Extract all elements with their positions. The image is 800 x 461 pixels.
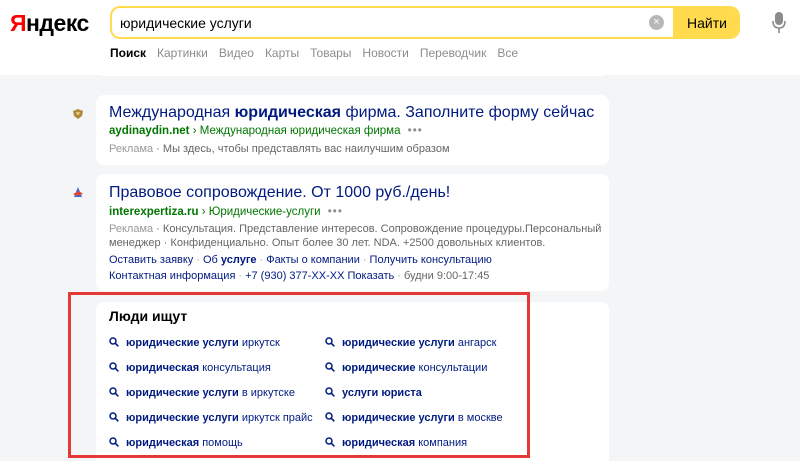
search-icon: [109, 437, 119, 447]
result-title[interactable]: Международная юридическая фирма. Заполни…: [109, 104, 594, 122]
related-search-item[interactable]: юридические услуги иркутск прайс: [109, 412, 313, 424]
result-url: aydinaydin.net › Международная юридическ…: [109, 125, 423, 137]
search-icon: [109, 387, 119, 397]
result-domain[interactable]: interexpertiza.ru: [109, 206, 198, 218]
related-search-item[interactable]: юридические консультации: [325, 362, 487, 374]
related-search-item[interactable]: юридические услуги ангарск: [325, 337, 496, 349]
site-favicon: [73, 187, 83, 197]
search-box: × Найти: [110, 6, 740, 39]
related-search-item[interactable]: юридические услуги иркутск: [109, 337, 280, 349]
related-search-item[interactable]: юридическая компания: [325, 437, 467, 449]
ad-label: Реклама: [109, 223, 154, 235]
related-search-item[interactable]: юридическая помощь: [109, 437, 243, 449]
clear-search-button[interactable]: ×: [649, 15, 664, 30]
sitelink-about[interactable]: Об услуге: [203, 254, 257, 266]
related-search-item[interactable]: юридическая консультация: [109, 362, 271, 374]
result-card: Международная юридическая фирма. Заполни…: [73, 95, 609, 165]
related-search-item[interactable]: юридические услуги в иркутске: [109, 387, 295, 399]
sitelink-facts[interactable]: Факты о компании: [266, 254, 360, 266]
result-domain[interactable]: aydinaydin.net: [109, 125, 190, 137]
search-icon: [325, 437, 335, 447]
result-card: Правовое сопровождение. От 1000 руб./ден…: [73, 174, 609, 291]
ad-label: Реклама: [109, 143, 154, 155]
people-search-block: Люди ищут юридические услуги иркутск юри…: [96, 302, 609, 461]
search-icon: [325, 337, 335, 347]
more-options-icon[interactable]: •••: [328, 206, 343, 218]
result-breadcrumb[interactable]: Юридические-услуги: [209, 206, 321, 218]
related-search-item[interactable]: услуги юриста: [325, 387, 422, 399]
result-title[interactable]: Правовое сопровождение. От 1000 руб./ден…: [109, 184, 450, 202]
search-icon: [109, 362, 119, 372]
search-icon: [109, 337, 119, 347]
search-icon: [325, 412, 335, 422]
result-description: Реклама · Консультация. Представление ин…: [109, 223, 602, 235]
contact-info-link[interactable]: Контактная информация: [109, 270, 235, 282]
more-options-icon[interactable]: •••: [408, 125, 423, 137]
sitelink-consult[interactable]: Получить консультацию: [370, 254, 492, 266]
people-search-title: Люди ищут: [109, 308, 188, 324]
phone-show-link[interactable]: +7 (930) 377-ХХ-ХХ Показать: [245, 270, 394, 282]
result-breadcrumb[interactable]: Международная юридическая фирма: [200, 125, 401, 137]
find-button[interactable]: Найти: [673, 8, 738, 37]
result-description-2: менеджер · Конфиденциально. Опыт более 3…: [109, 237, 546, 249]
working-hours: будни 9:00-17:45: [403, 270, 490, 282]
sitelink-order[interactable]: Оставить заявку: [109, 254, 193, 266]
result-url: interexpertiza.ru › Юридические-услуги •…: [109, 206, 343, 218]
microphone-icon[interactable]: [772, 12, 786, 34]
search-icon: [325, 387, 335, 397]
search-input[interactable]: [120, 11, 640, 35]
site-favicon: [73, 109, 83, 119]
search-icon: [109, 412, 119, 422]
result-card-partial: [96, 62, 609, 76]
result-description: Реклама · Мы здесь, чтобы представлять в…: [109, 143, 450, 155]
yandex-logo[interactable]: Яндекс: [10, 10, 89, 37]
contact-line: Контактная информация · +7 (930) 377-ХХ-ХХ…: [109, 270, 490, 282]
search-icon: [325, 362, 335, 372]
sitelinks: Оставить заявку · Об услуге · Факты о компан…: [109, 254, 492, 266]
related-search-item[interactable]: юридические услуги в москве: [325, 412, 503, 424]
